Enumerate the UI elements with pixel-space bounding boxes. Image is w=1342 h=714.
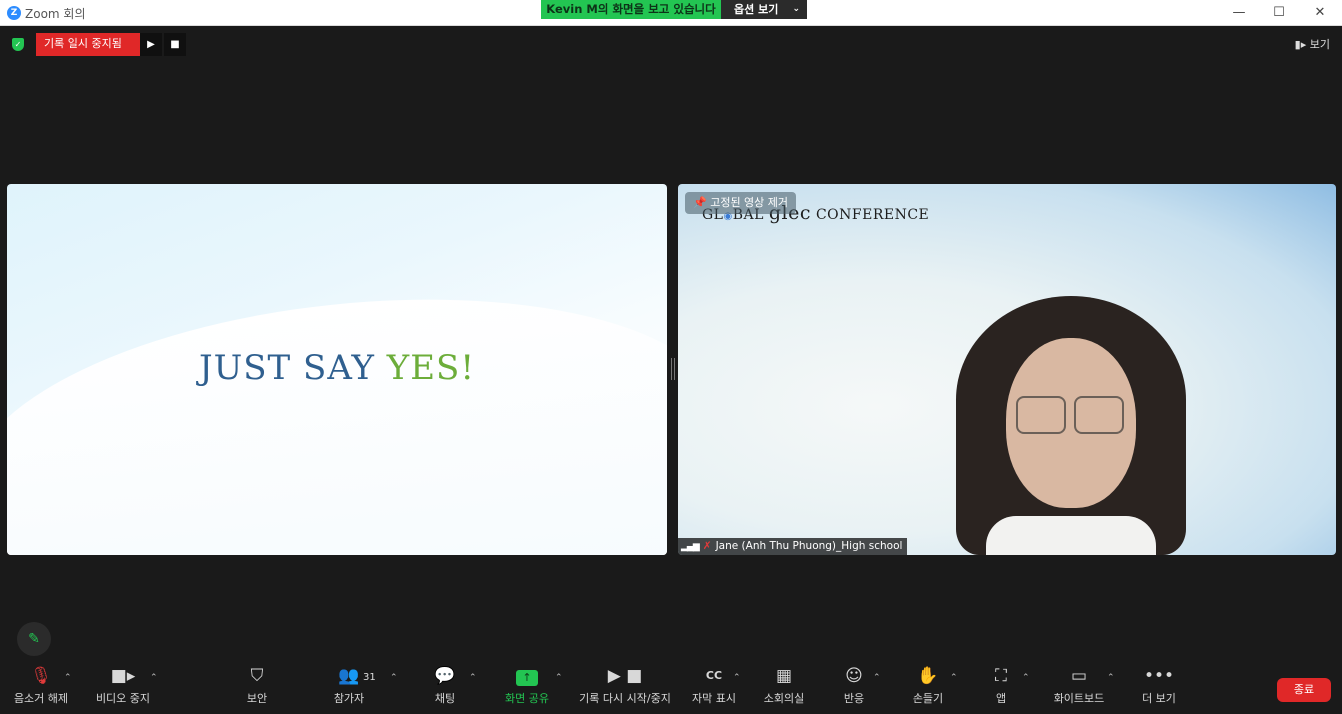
apps-label: 앱 [995,692,1007,705]
reactions-button[interactable]: ☺ 반응 [836,662,872,714]
chat-bubble-icon: 💬 [434,666,456,686]
security-button[interactable]: ⛉ 보안 [232,662,282,714]
whiteboard-icon: ▭ [1070,666,1088,686]
resume-stop-recording-icon: ▶ ■ [607,666,643,686]
slide-title: JUST SAY YES! [7,348,667,388]
breakout-rooms-button[interactable]: ▦ 소회의실 [758,662,810,714]
raise-hand-options-caret[interactable]: ⌃ [950,673,958,683]
shared-screen-tile: JUST SAY YES! [7,184,667,555]
raise-hand-icon: ✋ [917,666,939,686]
recording-button[interactable]: ▶ ■ 기록 다시 시작/중지 [574,662,676,714]
video-options-caret[interactable]: ⌃ [150,673,158,683]
unmute-button[interactable]: 🎙 음소거 해제 [6,662,76,714]
audio-options-caret[interactable]: ⌃ [64,673,72,683]
window-title: Zoom 회의 [25,7,86,21]
unpin-video-button[interactable]: 📌 고정된 영상 제거 [685,192,797,214]
apps-icon: ⛶ [995,666,1007,686]
video-camera-icon: ■▸ [110,666,136,686]
reactions-options-caret[interactable]: ⌃ [873,673,881,683]
title-bar: Z Zoom 회의 Kevin M의 화면을 보고 있습니다 옵션 보기 ⌄ —… [0,0,1342,26]
more-button[interactable]: ••• 더 보기 [1136,662,1182,714]
apps-button[interactable]: ⛶ 앱 [986,662,1016,714]
breakout-rooms-icon: ▦ [775,666,793,686]
recording-label: 기록 다시 시작/중지 [579,692,671,705]
screen-share-banner: Kevin M의 화면을 보고 있습니다 옵션 보기 ⌄ [541,0,807,19]
participant-image [956,296,1186,555]
view-label: 보기 [1309,38,1330,51]
maximize-button[interactable]: ☐ [1265,2,1293,24]
view-options-label: 옵션 보기 [734,3,779,16]
signal-strength-icon: ▂▄▆ [681,542,700,552]
share-screen-icon: ↑ [516,670,538,686]
participant-name-tag: ▂▄▆ ✗ Jane (Anh Thu Phuong)_High school [678,538,908,555]
mic-muted-icon: ✗ [702,540,712,552]
pin-icon: 📌 [693,196,707,209]
recording-status: 기록 일시 중지됨 [36,33,140,56]
split-view-resize-handle[interactable] [671,358,675,380]
raise-hand-label: 손들기 [912,692,944,705]
share-screen-label: 화면 공유 [505,692,549,705]
close-button[interactable]: ✕ [1306,2,1334,24]
unpin-video-label: 고정된 영상 제거 [710,196,789,209]
chat-options-caret[interactable]: ⌃ [469,673,477,683]
whiteboard-button[interactable]: ▭ 화이트보드 [1050,662,1108,714]
view-options-button[interactable]: 옵션 보기 ⌄ [721,0,807,19]
whiteboard-options-caret[interactable]: ⌃ [1107,673,1115,683]
end-meeting-button[interactable]: 종료 [1277,678,1331,702]
participant-count: 31 [363,672,376,683]
captions-options-caret[interactable]: ⌃ [733,673,741,683]
zoom-logo-icon: Z [7,6,21,20]
slide-title-part-2: YES! [386,348,476,388]
apps-options-caret[interactable]: ⌃ [1022,673,1030,683]
share-screen-button[interactable]: ↑ 화면 공유 [497,662,557,714]
raise-hand-button[interactable]: ✋ 손들기 [906,662,950,714]
stop-recording-button[interactable]: ■ [164,33,186,56]
screen-share-status: Kevin M의 화면을 보고 있습니다 [541,0,721,19]
chat-label: 채팅 [434,692,456,705]
participants-options-caret[interactable]: ⌃ [390,673,398,683]
minimize-button[interactable]: — [1225,2,1253,24]
chevron-down-icon: ⌄ [792,4,800,14]
security-label: 보안 [246,692,268,705]
participant-name: Jane (Anh Thu Phuong)_High school [715,540,903,552]
more-label: 더 보기 [1142,692,1176,705]
slide-title-part-1: JUST SAY [198,348,387,388]
pencil-icon: ✎ [28,631,40,647]
stop-video-label: 비디오 중지 [95,692,151,705]
whiteboard-label: 화이트보드 [1053,692,1105,705]
meeting-toolbar: 🎙 음소거 해제 ⌃ ■▸ 비디오 중지 ⌃ ⛉ 보안 👥 참가자 31 ⌃ 💬… [0,662,1342,714]
more-dots-icon: ••• [1143,666,1175,686]
chat-button[interactable]: 💬 채팅 [420,662,470,714]
view-button[interactable]: ▮▸ 보기 [1295,36,1330,52]
slide-wave-decoration [7,265,667,555]
participants-label: 참가자 [333,692,365,705]
reaction-smiley-icon: ☺ [845,666,863,686]
share-options-caret[interactable]: ⌃ [555,673,563,683]
captions-button[interactable]: CC 자막 표시 [688,662,740,714]
annotate-button[interactable]: ✎ [17,622,51,656]
captions-label: 자막 표시 [692,692,736,705]
reactions-label: 반응 [843,692,865,705]
view-layout-icon: ▮▸ [1294,38,1307,51]
stop-video-button[interactable]: ■▸ 비디오 중지 [88,662,158,714]
participant-video-tile: GL◉BAL glec CONFERENCE 📌 고정된 영상 제거 ▂▄▆✗J… [678,184,1336,555]
unmute-label: 음소거 해제 [13,692,69,705]
resume-recording-button[interactable]: ▶ [140,33,162,56]
encryption-shield-icon: ✓ [12,38,24,51]
participants-button[interactable]: 👥 참가자 [320,662,378,714]
security-shield-icon: ⛉ [250,666,264,686]
breakout-rooms-label: 소회의실 [763,692,805,705]
